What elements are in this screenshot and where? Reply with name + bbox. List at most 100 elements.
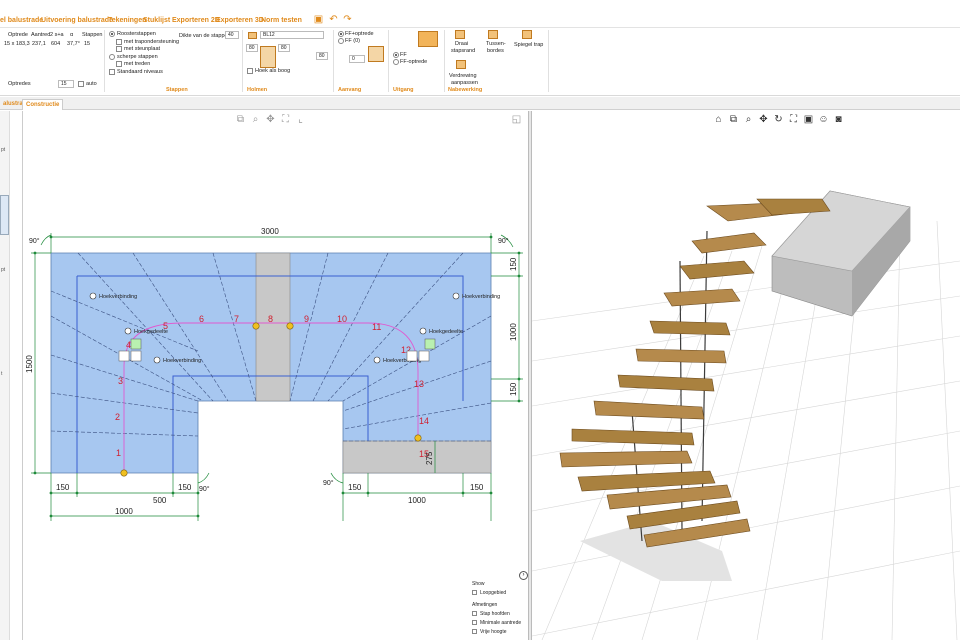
redo-icon[interactable]: ↷ <box>342 14 353 25</box>
dim-text: 150 <box>178 483 192 492</box>
tussenbordes-icon[interactable] <box>488 30 498 39</box>
draai-stapsrand-l1[interactable]: Draai <box>455 41 468 47</box>
hoek-als-boog-label: Hoek als boog <box>255 68 291 74</box>
dikte-label: Dikte van de stappen <box>179 33 231 39</box>
left-panel-mark: t <box>1 371 3 377</box>
val-2sa: 604 <box>51 41 61 47</box>
corner-marker <box>418 350 430 362</box>
val-alpha: 37,7° <box>67 41 80 47</box>
ribbon-separator <box>333 30 334 92</box>
loopgebied-checkbox[interactable] <box>472 590 477 595</box>
panel-toggle-icon[interactable]: › <box>519 571 528 580</box>
tussenbordes-l2[interactable]: bordes <box>487 48 504 54</box>
middle-landing <box>255 252 291 402</box>
minimale-aantrede-checkbox[interactable] <box>472 620 477 625</box>
verdrewing-l2[interactable]: aanpassen <box>451 80 478 86</box>
aanvang-value-input[interactable]: 0 <box>349 55 365 63</box>
val-stappen: 15 <box>84 41 91 47</box>
vrije-hoogte-label: Vrije hoogte <box>480 629 507 635</box>
uitgang-ff-optrede-radio[interactable] <box>393 59 399 65</box>
dim-text: 150 <box>470 483 484 492</box>
step-number: 10 <box>337 314 347 324</box>
roosterstappen-radio[interactable] <box>109 31 115 37</box>
tab-constructie[interactable]: Constructie <box>22 99 64 110</box>
optredes-input[interactable]: 15 <box>58 80 74 88</box>
holm-depth-input[interactable]: 80 <box>316 52 328 60</box>
stap-hoofden-checkbox[interactable] <box>472 611 477 616</box>
undo-icon[interactable]: ↶ <box>328 14 339 25</box>
uitgang-icon <box>418 31 438 47</box>
spiegel-trap-label[interactable]: Spiegel trap <box>514 42 543 48</box>
handle <box>414 434 422 442</box>
angle-text: 90° <box>199 485 210 493</box>
menu-exporteren-2d[interactable]: Exporteren 2D <box>172 17 220 24</box>
ribbon: Optrede Aantred 2 s+a α Stappen 15 x 183… <box>0 28 960 96</box>
handle <box>286 322 294 330</box>
val-aantred: 237,1 <box>32 41 46 47</box>
step-number: 14 <box>419 416 429 426</box>
menu-norm-testen[interactable]: Norm testen <box>261 17 302 24</box>
app-window: el balustrade Uitvoering balustrade Teke… <box>0 0 960 640</box>
plan-view-2d[interactable]: ⧉ ⌕ ✥ ⛶ ⌞ ◱ 1 2 3 4 5 6 7 8 9 10 11 12 1… <box>22 111 528 640</box>
ribbon-separator <box>548 30 549 92</box>
aanvang-icon <box>368 46 384 62</box>
group-nabewerking: Nabewerking <box>448 87 483 93</box>
standaard-niveaus-checkbox[interactable] <box>109 69 115 75</box>
left-panel-selection[interactable] <box>0 195 9 235</box>
model-view-3d[interactable]: ⌂ ⧉ ⌕ ✥ ↻ ⛶ ▣ ☺ ◙ <box>532 111 960 640</box>
group-uitgang: Uitgang <box>393 87 414 93</box>
corner-marker <box>424 338 436 350</box>
step-number: 11 <box>372 322 381 332</box>
verdrewing-l1[interactable]: Verdrewing <box>449 73 477 79</box>
holm-width-input[interactable]: 80 <box>246 44 258 52</box>
angle-text: 90° <box>498 237 509 245</box>
corner-marker <box>130 350 142 362</box>
uitgang-ff-radio[interactable] <box>393 52 399 58</box>
trapondersteuning-checkbox[interactable] <box>116 39 122 45</box>
auto-checkbox[interactable] <box>78 81 84 87</box>
afmetingen-title: Afmetingen <box>472 602 498 608</box>
left-panel-mark: pt <box>1 147 6 153</box>
dim-text: 3000 <box>261 227 279 236</box>
hoek-als-boog-checkbox[interactable] <box>247 68 253 74</box>
menu-tekeningen[interactable]: Tekeningen <box>108 17 146 24</box>
treden-checkbox[interactable] <box>116 61 122 67</box>
step-number: 3 <box>118 376 123 386</box>
dim-text: 150 <box>509 257 518 271</box>
step-number: 1 <box>116 448 121 458</box>
step-number: 6 <box>199 314 204 324</box>
hdr-optrede: Optrede <box>8 32 28 38</box>
dim-text: 1000 <box>408 496 426 505</box>
verdrewing-icon[interactable] <box>456 60 466 69</box>
menu-exporteren-3d[interactable]: Exporteren 3D <box>216 17 264 24</box>
draai-stapsrand-icon[interactable] <box>455 30 465 39</box>
menu-uitvoering-balustrade[interactable]: Uitvoering balustrade <box>41 17 113 24</box>
aanvang-ff-optrede-radio[interactable] <box>338 31 344 37</box>
aanvang-ff0-radio[interactable] <box>338 38 344 44</box>
stair-3d-render <box>532 190 960 640</box>
scherpe-stappen-radio[interactable] <box>109 54 115 60</box>
dim-text: 150 <box>509 382 518 396</box>
spiegel-trap-icon[interactable] <box>522 30 532 39</box>
left-panel: pt pt t <box>0 111 10 640</box>
vrije-hoogte-checkbox[interactable] <box>472 629 477 634</box>
ribbon-separator <box>444 30 445 92</box>
dim-text: 1500 <box>25 355 34 373</box>
draai-stapsrand-l2[interactable]: stapsrand <box>451 48 475 54</box>
menu-stuklijst[interactable]: Stuklijst <box>143 17 170 24</box>
save-icon[interactable]: ▣ <box>313 14 324 25</box>
step-number: 2 <box>115 412 120 422</box>
menu-balustrade[interactable]: el balustrade <box>0 17 43 24</box>
step-number: 4 <box>126 340 131 350</box>
tussenbordes-l1[interactable]: Tussen- <box>486 41 506 47</box>
dikte-input[interactable]: 40 <box>225 31 239 39</box>
aanvang-ff0-label: FF (0) <box>345 38 360 44</box>
angle-text: 90° <box>29 237 40 245</box>
dim-text: 150 <box>348 483 362 492</box>
group-aanvang: Aanvang <box>338 87 362 93</box>
holm-profile-select[interactable]: BL12 <box>260 31 324 39</box>
scherpe-stappen-label: scherpe stappen <box>117 54 158 60</box>
steunplaat-checkbox[interactable] <box>116 46 122 52</box>
holm-height-input[interactable]: 80 <box>278 44 290 52</box>
hdr-stappen: Stappen <box>82 32 103 38</box>
